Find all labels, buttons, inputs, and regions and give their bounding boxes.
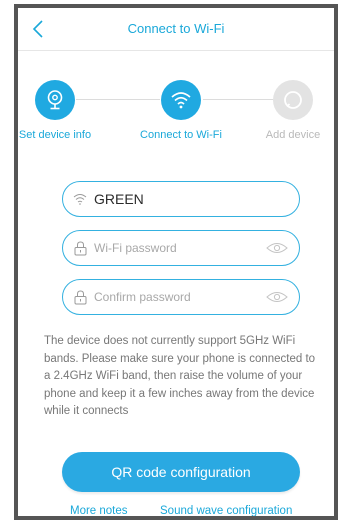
wifi-icon	[72, 191, 88, 207]
step-add-device	[273, 80, 313, 120]
sound-wave-configuration-link[interactable]: Sound wave configuration	[160, 505, 292, 516]
qr-code-configuration-button[interactable]: QR code configuration	[62, 452, 300, 492]
header-bar: Connect to Wi-Fi	[18, 8, 334, 51]
camera-icon	[47, 90, 63, 110]
search-icon	[284, 91, 302, 109]
step-connect-wifi	[161, 80, 201, 120]
confirm-password-field[interactable]: Confirm password	[62, 279, 300, 315]
wifi-ssid-field[interactable]: GREEN	[62, 181, 300, 217]
eye-icon[interactable]	[265, 290, 289, 304]
step-connector	[203, 99, 273, 100]
eye-icon[interactable]	[265, 241, 289, 255]
lock-icon	[72, 240, 88, 256]
wifi-ssid-value: GREEN	[94, 191, 144, 207]
wifi-password-field[interactable]: Wi-Fi password	[62, 230, 300, 266]
wifi-password-placeholder: Wi-Fi password	[94, 241, 177, 255]
wifi-icon	[171, 92, 191, 109]
step-label: Set device info	[18, 129, 92, 141]
lock-icon	[72, 289, 88, 305]
step-connector	[76, 99, 160, 100]
progress-steps: Set device info Connect to Wi-Fi Add dev…	[18, 78, 334, 148]
wifi-band-notice: The device does not currently support 5G…	[44, 335, 316, 418]
confirm-password-placeholder: Confirm password	[94, 290, 191, 304]
step-label: Add device	[265, 129, 321, 141]
page-title: Connect to Wi-Fi	[127, 21, 225, 36]
step-set-device-info	[35, 80, 75, 120]
phone-screen: Connect to Wi-Fi Set device info Connect…	[14, 4, 338, 520]
more-notes-link[interactable]: More notes	[70, 505, 128, 516]
step-label: Connect to Wi-Fi	[140, 129, 222, 141]
